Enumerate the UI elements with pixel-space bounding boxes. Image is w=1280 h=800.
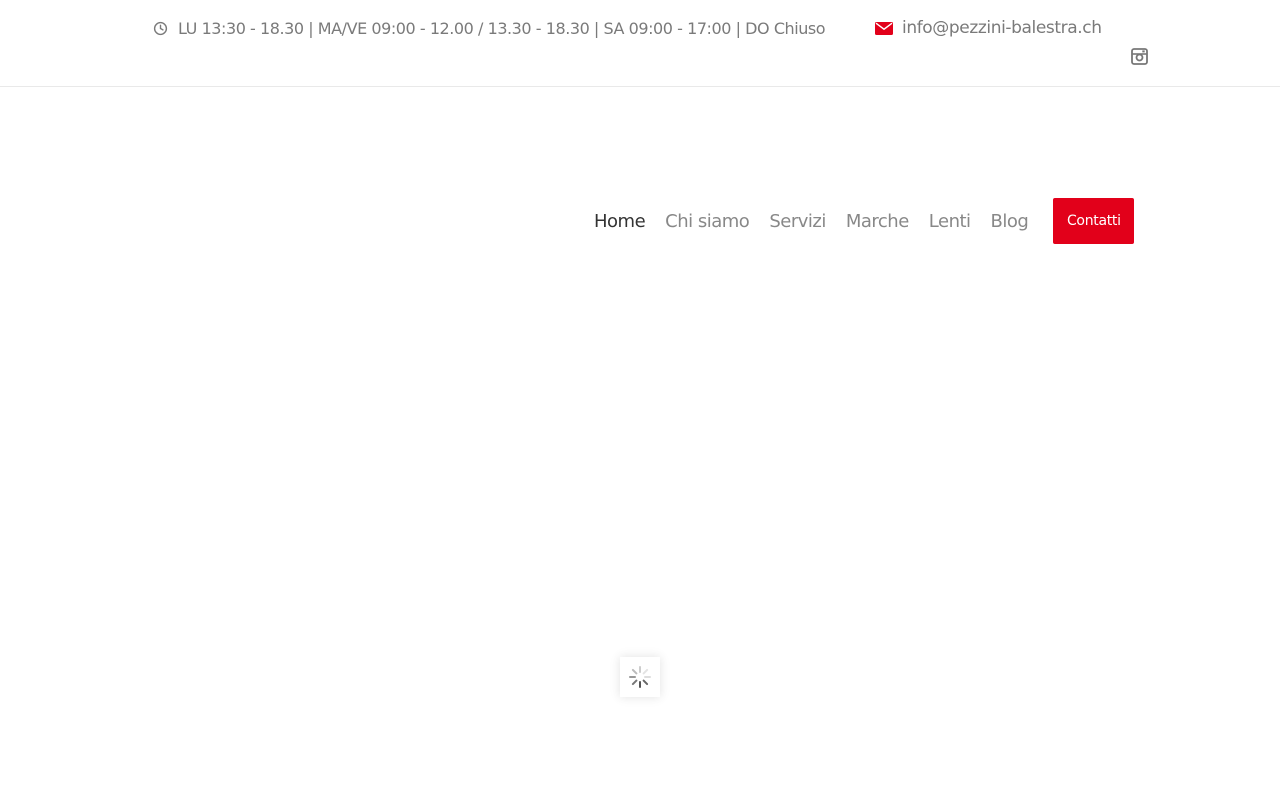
opening-hours-text: LU 13:30 - 18.30 | MA/VE 09:00 - 12.00 /… [178,18,826,38]
nav-item-servizi[interactable]: Servizi [769,211,826,232]
nav-item-chi-siamo[interactable]: Chi siamo [665,211,750,232]
nav-item-lenti[interactable]: Lenti [929,211,971,232]
envelope-icon [875,21,893,35]
nav-item-blog[interactable]: Blog [991,211,1029,232]
clock-icon [153,21,168,35]
page-loader [620,657,660,697]
top-bar: LU 13:30 - 18.30 | MA/VE 09:00 - 12.00 /… [0,0,1280,87]
email-text[interactable]: info@pezzini-balestra.ch [902,18,1102,38]
contact-button-label[interactable]: Contatti [1067,213,1121,229]
opening-hours: LU 13:30 - 18.30 | MA/VE 09:00 - 12.00 /… [153,17,826,39]
contact-button[interactable]: Contatti [1053,198,1135,244]
nav-item-marche[interactable]: Marche [846,211,909,232]
main-navigation: Home Chi siamo Servizi Marche Lenti Blog… [594,198,1135,244]
instagram-icon[interactable] [1131,48,1148,65]
spinner-icon [629,666,651,688]
nav-item-home[interactable]: Home [594,211,646,232]
email-link[interactable]: info@pezzini-balestra.ch [875,17,1102,39]
